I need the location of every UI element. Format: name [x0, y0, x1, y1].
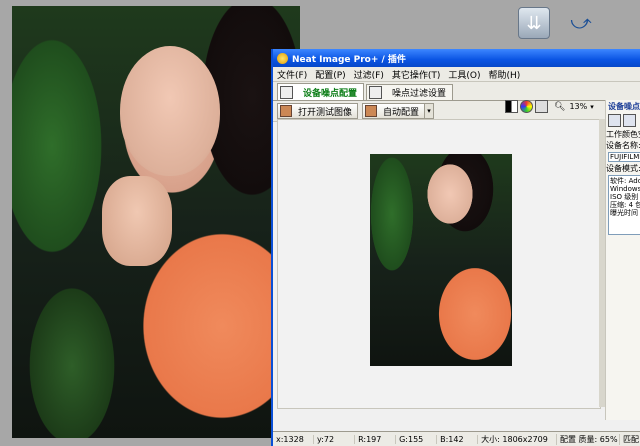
tab-device-noise-profile[interactable]: 设备噪点配置	[277, 83, 365, 100]
zoom-dropdown-icon[interactable]: ▾	[590, 103, 594, 111]
status-r: R:197	[355, 434, 397, 444]
status-y: y:72	[314, 434, 356, 444]
menu-profile[interactable]: 配置(P)	[311, 68, 349, 81]
hand	[102, 176, 172, 266]
device-profile-panel: 设备噪点 工作颜色空 设备名称: FUJIFILMF 设备模式: 软件: Ado…	[605, 100, 640, 420]
status-profile: 配置 质量: 65%	[557, 433, 620, 445]
panel-title: 设备噪点	[608, 102, 640, 111]
collapse-down-icon[interactable]: ⇊	[518, 7, 550, 39]
contrast-icon[interactable]	[505, 100, 518, 113]
workspace-label: 工作颜色空	[606, 130, 640, 139]
background-photo	[12, 6, 302, 438]
tab-noise-filter-settings[interactable]: 噪点过滤设置	[366, 84, 454, 100]
auto-profile-button[interactable]: 自动配置	[362, 103, 426, 119]
open-test-image-button[interactable]: 打开测试图像	[277, 103, 359, 119]
save-profile-icon[interactable]	[623, 114, 636, 127]
status-x: x:1328	[273, 434, 315, 444]
face	[120, 46, 220, 176]
load-profile-icon[interactable]	[608, 114, 621, 127]
status-g: G:155	[396, 434, 438, 444]
title-bar[interactable]: Neat Image Pro+ / 插件	[273, 49, 640, 67]
neat-image-window: Neat Image Pro+ / 插件 文件(F) 配置(P) 过滤(F) 其…	[271, 49, 640, 446]
menu-tools[interactable]: 工具(O)	[444, 68, 484, 81]
window-title: Neat Image Pro+ / 插件	[292, 54, 406, 65]
swoosh-logo-icon[interactable]: ⤻	[566, 7, 596, 37]
menu-filter[interactable]: 过滤(F)	[350, 68, 388, 81]
auto-profile-icon	[365, 105, 378, 117]
app-icon	[277, 52, 288, 64]
exif-info-box: 软件: Ado Windows ISO 级别 压缩: 4 包 曝光时间	[608, 175, 640, 235]
status-size: 大小: 1806x2709	[478, 433, 557, 445]
settings-gear-icon[interactable]	[535, 100, 548, 113]
view-tools: 🔍︎ 13% ▾	[505, 100, 594, 113]
zoom-magnifier-icon[interactable]: 🔍︎	[554, 102, 565, 112]
open-image-icon	[280, 105, 292, 117]
filter-icon	[369, 86, 383, 99]
image-preview-area[interactable]	[277, 119, 601, 409]
tab-strip: 设备噪点配置 噪点过滤设置	[273, 82, 640, 101]
menu-other[interactable]: 其它操作(T)	[388, 68, 445, 81]
menu-file[interactable]: 文件(F)	[273, 68, 311, 81]
status-b: B:142	[437, 434, 479, 444]
preview-thumbnail[interactable]	[370, 154, 512, 366]
device-mode-label: 设备模式:	[606, 164, 640, 173]
menu-bar: 文件(F) 配置(P) 过滤(F) 其它操作(T) 工具(O) 帮助(H)	[273, 67, 640, 82]
zoom-level: 13%	[569, 102, 588, 111]
status-bar: x:1328 y:72 R:197 G:155 B:142 大小: 1806x2…	[273, 431, 640, 446]
camera-icon	[280, 85, 293, 99]
menu-help[interactable]: 帮助(H)	[485, 68, 525, 81]
device-name-field[interactable]: FUJIFILMF	[608, 152, 640, 162]
device-name-label: 设备名称:	[606, 141, 640, 150]
auto-profile-dropdown-icon[interactable]: ▾	[424, 103, 435, 119]
color-wheel-icon[interactable]	[520, 100, 533, 113]
status-match: 匹配	[623, 434, 639, 444]
